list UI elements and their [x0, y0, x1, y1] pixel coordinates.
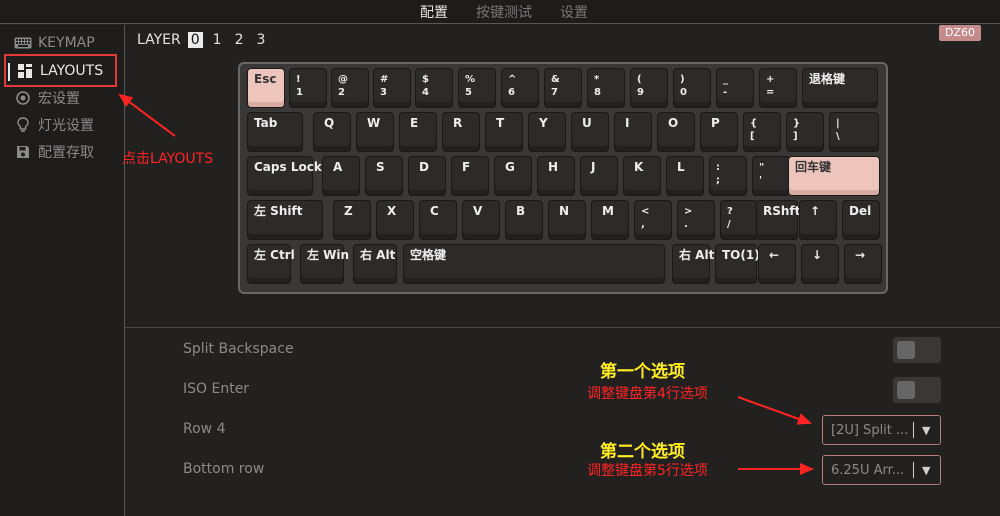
arrow-to-row4	[737, 396, 812, 425]
app-window: 配置 按键测试 设置 KEYMAP LAYOUTS 宏设置 灯光设置 配置存取 …	[0, 0, 1000, 516]
annotation-arrows	[118, 93, 814, 475]
arrow-to-layouts	[118, 93, 176, 137]
